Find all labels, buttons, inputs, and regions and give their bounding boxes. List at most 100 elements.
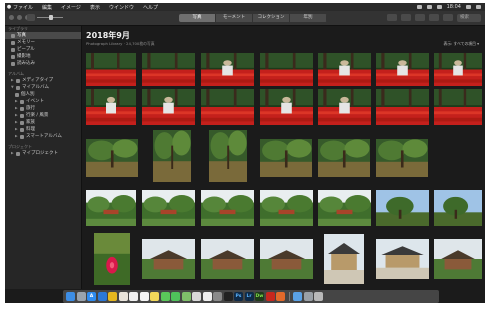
photo-thumbnail[interactable] (318, 190, 371, 226)
menu-window[interactable]: ウインドウ (109, 4, 134, 11)
mail-icon[interactable] (129, 292, 138, 301)
calendar-icon[interactable] (139, 292, 149, 301)
photo-thumbnail[interactable] (201, 190, 254, 226)
photo-thumbnail[interactable] (260, 53, 313, 86)
battery-icon[interactable] (436, 5, 442, 9)
favorite-button[interactable] (415, 14, 425, 21)
disclosure-triangle-icon[interactable]: ▶ (15, 105, 18, 112)
disclosure-triangle-icon[interactable]: ▶ (15, 126, 18, 133)
disclosure-triangle-icon[interactable]: ▶ (15, 112, 18, 119)
sidebar-item-my-projects[interactable]: ▶ マイプロジェクト (5, 150, 81, 157)
sidebar-item-media-types[interactable]: ▶ メディアタイプ (5, 77, 81, 84)
photo-thumbnail[interactable] (86, 89, 136, 125)
photo-thumbnail[interactable] (86, 53, 136, 86)
finder-icon[interactable] (66, 292, 75, 301)
photo-thumbnail[interactable] (376, 139, 428, 177)
dreamweaver-icon[interactable]: Dw (255, 292, 264, 301)
photo-thumbnail[interactable] (209, 130, 247, 182)
menu-file[interactable]: ファイル (13, 4, 33, 11)
sidebar-item-album-5[interactable]: ▶ 家族 (5, 119, 81, 126)
safari-icon[interactable] (97, 292, 107, 301)
zoom-slider-knob[interactable] (49, 15, 53, 20)
close-window-icon[interactable] (9, 15, 14, 20)
sidebar-item-my-albums[interactable]: ▼ マイアルバム (5, 84, 81, 91)
photo-thumbnail[interactable] (86, 190, 136, 226)
menu-edit[interactable]: 編集 (42, 4, 52, 11)
photo-thumbnail[interactable] (318, 89, 371, 125)
disclosure-triangle-icon[interactable]: ▶ (11, 150, 14, 157)
disclosure-triangle-icon[interactable]: ▶ (15, 119, 18, 126)
sidebar-item-album-4[interactable]: ▶ 行楽 / 風景 (5, 112, 81, 119)
chrome-icon[interactable] (108, 292, 117, 301)
menu-view[interactable]: 表示 (90, 4, 100, 11)
disclosure-triangle-icon[interactable]: ▶ (15, 133, 18, 140)
firefox-icon[interactable] (276, 292, 285, 301)
sidebar-item-album-6[interactable]: ▶ 料理 (5, 126, 81, 133)
sidebar-item-album-3[interactable]: ▶ 旅行 (5, 105, 81, 112)
photo-thumbnail[interactable] (153, 130, 191, 182)
menu-help[interactable]: ヘルプ (143, 4, 158, 11)
photo-thumbnail[interactable] (94, 233, 130, 285)
textedit-icon[interactable] (202, 292, 212, 301)
sidebar-item-people[interactable]: ピープル (5, 46, 81, 53)
disclosure-triangle-icon[interactable]: ▶ (15, 98, 18, 105)
photo-thumbnail[interactable] (260, 190, 313, 226)
rotate-button[interactable] (429, 14, 439, 21)
share-button[interactable] (401, 14, 411, 21)
sidebar-item-photos[interactable]: 写真 (5, 32, 81, 39)
folder-dock-icon[interactable] (293, 292, 302, 301)
photo-thumbnail[interactable] (376, 239, 429, 279)
photo-thumbnail[interactable] (434, 190, 482, 226)
photo-thumbnail[interactable] (324, 234, 364, 284)
notes-icon[interactable] (150, 292, 159, 301)
photo-thumbnail[interactable] (142, 239, 195, 279)
sidebar-item-places[interactable]: 撮影地 (5, 53, 81, 60)
photo-thumbnail[interactable] (142, 53, 195, 86)
sidebar-toggle-button[interactable] (27, 14, 35, 21)
photo-thumbnail[interactable] (434, 239, 482, 279)
photoshop-icon[interactable]: Ps (234, 292, 243, 301)
photo-thumbnail[interactable] (434, 89, 482, 125)
clock[interactable]: 18:04 (447, 4, 461, 10)
trash-icon[interactable] (314, 292, 323, 301)
image-capture-icon[interactable] (303, 292, 313, 301)
show-filter-dropdown[interactable]: 表示: すべての項目 ▾ (443, 41, 479, 47)
photo-thumbnail[interactable] (201, 53, 254, 86)
photo-thumbnail[interactable] (318, 139, 370, 177)
menu-list-icon[interactable] (476, 5, 481, 9)
sidebar-item-album-7[interactable]: ▶ スマートアルバム (5, 133, 81, 140)
system-prefs-icon[interactable] (213, 292, 222, 301)
photo-thumbnail[interactable] (434, 53, 482, 86)
sidebar-item-album-2[interactable]: ▶ イベント (5, 98, 81, 105)
wifi-icon[interactable] (416, 5, 422, 9)
sidebar-item-album-1[interactable]: 個人別 (5, 91, 81, 98)
disclosure-triangle-icon[interactable]: ▼ (11, 84, 14, 91)
maps-icon[interactable] (181, 292, 191, 301)
photo-thumbnail[interactable] (201, 89, 254, 125)
search-input[interactable]: 検索 (457, 14, 481, 22)
tab-collections[interactable]: コレクション (253, 14, 290, 22)
sidebar-item-memories[interactable]: メモリー (5, 39, 81, 46)
launchpad-icon[interactable] (76, 292, 86, 301)
preview-icon[interactable] (192, 292, 201, 301)
photos-app-icon[interactable] (118, 292, 128, 301)
terminal-icon[interactable] (223, 292, 233, 301)
photo-thumbnail[interactable] (142, 89, 195, 125)
disclosure-triangle-icon[interactable]: ▶ (11, 77, 14, 84)
facetime-icon[interactable] (171, 292, 180, 301)
photo-thumbnail[interactable] (376, 53, 429, 86)
lightroom-icon[interactable]: Lr (244, 292, 254, 301)
photo-thumbnail[interactable] (376, 190, 429, 226)
tab-photos[interactable]: 写真 (179, 14, 216, 22)
photo-thumbnail[interactable] (201, 239, 254, 279)
app-store-icon[interactable]: A (87, 292, 96, 301)
photo-thumbnail[interactable] (260, 239, 313, 279)
volume-icon[interactable] (426, 5, 432, 9)
info-button[interactable] (387, 14, 397, 21)
edit-button[interactable] (443, 14, 453, 21)
sidebar-item-imports[interactable]: 読み込み (5, 60, 81, 67)
menu-image[interactable]: イメージ (61, 4, 81, 11)
photo-thumbnail[interactable] (376, 89, 429, 125)
photo-thumbnail[interactable] (260, 89, 313, 125)
messages-icon[interactable] (160, 292, 170, 301)
